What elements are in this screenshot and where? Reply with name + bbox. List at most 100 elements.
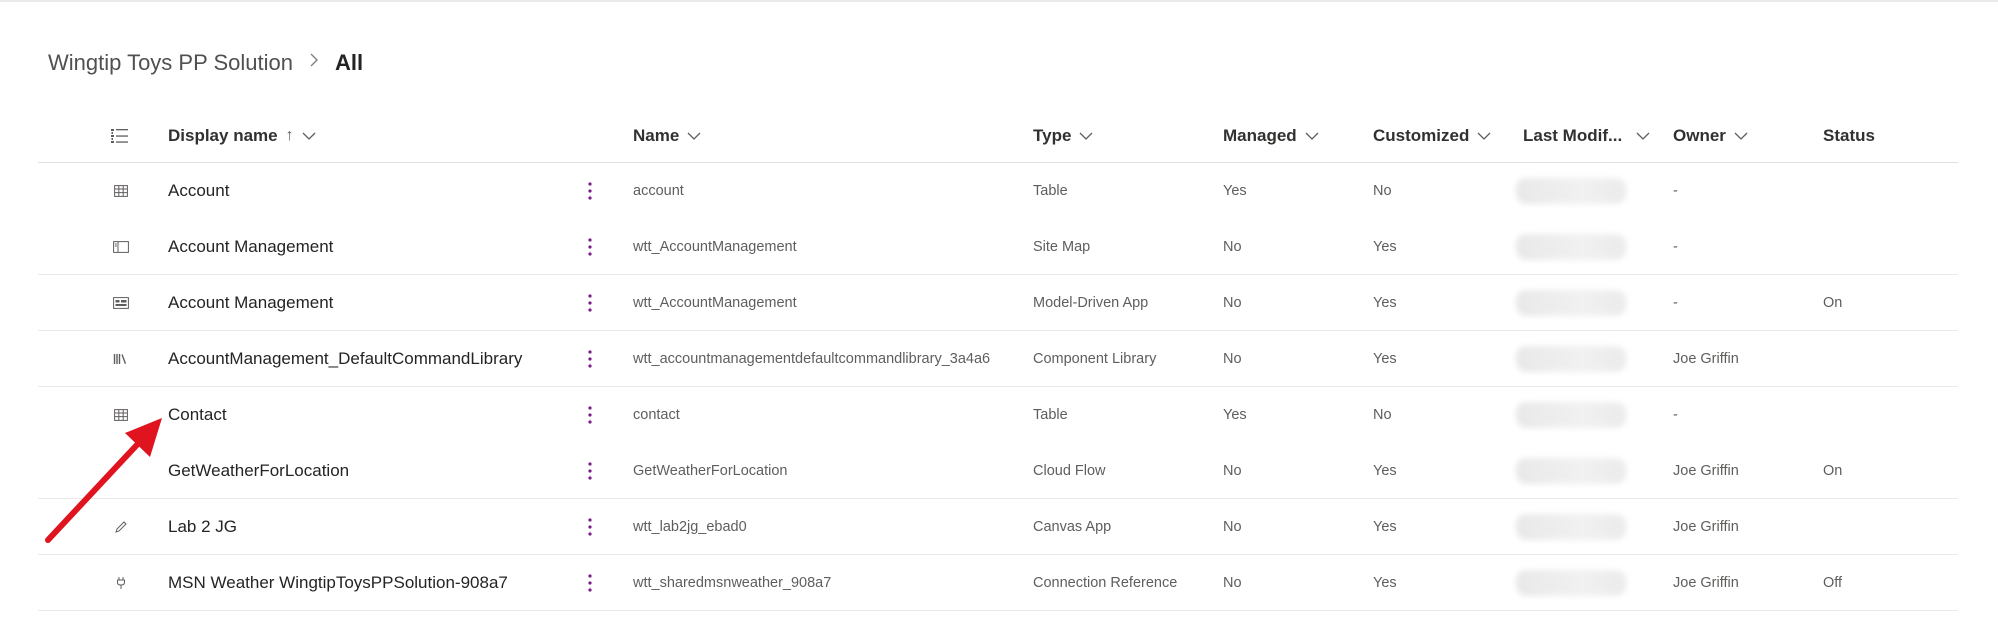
column-header-display-name[interactable]: Display name ↑ [168, 110, 316, 162]
display-name-link[interactable]: MSN Weather WingtipToysPPSolution-908a7 [168, 555, 508, 610]
managed-cell: No [1223, 518, 1242, 535]
table-icon [110, 387, 132, 442]
redacted-date [1516, 569, 1626, 596]
chevron-down-icon [1305, 132, 1319, 141]
last-modified-cell [1516, 163, 1626, 218]
column-label: Status [1823, 126, 1875, 145]
managed-cell: No [1223, 574, 1242, 591]
chevron-down-icon [1636, 132, 1650, 141]
name-cell: wtt_accountmanagementdefaultcommandlibra… [633, 350, 991, 367]
column-header-status[interactable]: Status [1823, 110, 1875, 162]
column-label: Last Modif... [1523, 126, 1623, 145]
more-options-icon[interactable] [580, 163, 600, 218]
column-label: Name [633, 126, 680, 145]
column-label: Type [1033, 126, 1072, 145]
column-header-customized[interactable]: Customized [1373, 110, 1491, 162]
display-name-link[interactable]: Account Management [168, 219, 333, 274]
column-label: Customized [1373, 126, 1470, 145]
display-name-link[interactable]: Lab 2 JG [168, 499, 237, 554]
redacted-date [1516, 513, 1626, 540]
chevron-down-icon [687, 132, 701, 141]
column-options-icon[interactable] [110, 110, 130, 162]
table-row[interactable]: Account Management wtt_AccountManagement M… [38, 275, 1958, 331]
display-name-link[interactable]: GetWeatherForLocation [168, 443, 349, 498]
column-header-managed[interactable]: Managed [1223, 110, 1319, 162]
more-options-icon[interactable] [580, 275, 600, 330]
plug-icon [110, 555, 132, 610]
row-icon [110, 443, 132, 498]
customized-cell: No [1373, 182, 1392, 199]
table-row[interactable]: Account account Table Yes No - [38, 163, 1958, 219]
more-options-icon[interactable] [580, 331, 600, 386]
customized-cell: Yes [1373, 238, 1397, 255]
chevron-down-icon [1477, 132, 1491, 141]
managed-cell: No [1223, 462, 1242, 479]
display-name-link[interactable]: Account Management [168, 275, 333, 330]
customized-cell: Yes [1373, 350, 1397, 367]
table-row[interactable]: Lab 2 JG wtt_lab2jg_ebad0 Canvas App No Yes J… [38, 499, 1958, 555]
redacted-date [1516, 345, 1626, 372]
breadcrumb-solution-link[interactable]: Wingtip Toys PP Solution [48, 50, 293, 76]
owner-cell: Joe Griffin [1673, 518, 1739, 535]
display-name-link[interactable]: AccountManagement_DefaultCommandLibrary [168, 331, 522, 386]
customized-cell: No [1373, 406, 1392, 423]
sitemap-icon [110, 219, 132, 274]
customized-cell: Yes [1373, 294, 1397, 311]
table-row[interactable]: Account Management wtt_AccountManagement S… [38, 219, 1958, 275]
managed-cell: Yes [1223, 406, 1247, 423]
name-cell: wtt_sharedmsnweather_908a7 [633, 574, 832, 591]
display-name-link[interactable]: Account [168, 163, 229, 218]
app-icon [110, 275, 132, 330]
managed-cell: No [1223, 238, 1242, 255]
owner-cell: Joe Griffin [1673, 350, 1739, 367]
chevron-down-icon [1079, 132, 1093, 141]
type-cell: Model-Driven App [1033, 294, 1149, 311]
last-modified-cell [1516, 331, 1626, 386]
column-header-name[interactable]: Name [633, 110, 701, 162]
owner-cell: Joe Griffin [1673, 462, 1739, 479]
managed-cell: No [1223, 294, 1242, 311]
redacted-date [1516, 457, 1626, 484]
last-modified-cell [1516, 555, 1626, 610]
more-options-icon[interactable] [580, 555, 600, 610]
grid-body: Account account Table Yes No - Account Managem… [38, 163, 1958, 611]
table-row[interactable]: AccountManagement_DefaultCommandLibrary w… [38, 331, 1958, 387]
managed-cell: No [1223, 350, 1242, 367]
more-options-icon[interactable] [580, 219, 600, 274]
last-modified-cell [1516, 387, 1626, 442]
owner-cell: - [1673, 406, 1678, 423]
owner-cell: - [1673, 182, 1678, 199]
type-cell: Canvas App [1033, 518, 1112, 535]
more-options-icon[interactable] [580, 387, 600, 442]
owner-cell: Joe Griffin [1673, 574, 1739, 591]
column-header-owner[interactable]: Owner [1673, 110, 1748, 162]
table-row[interactable]: Contact contact Table Yes No - [38, 387, 1958, 443]
column-header-type[interactable]: Type [1033, 110, 1093, 162]
breadcrumb: Wingtip Toys PP Solution All [48, 50, 363, 76]
grid-header: Display name ↑ Name Type Managed Customi… [38, 110, 1958, 163]
name-cell: wtt_AccountManagement [633, 294, 797, 311]
display-name-link[interactable]: Contact [168, 387, 227, 442]
column-label: Owner [1673, 126, 1726, 145]
status-cell: Off [1823, 574, 1843, 591]
name-cell: wtt_AccountManagement [633, 238, 797, 255]
managed-cell: Yes [1223, 182, 1247, 199]
breadcrumb-current: All [335, 50, 364, 75]
objects-grid: Display name ↑ Name Type Managed Customi… [38, 110, 1958, 611]
column-label: Managed [1223, 126, 1297, 145]
last-modified-cell [1516, 499, 1626, 554]
table-icon [110, 163, 132, 218]
more-options-icon[interactable] [580, 499, 600, 554]
table-row[interactable]: MSN Weather WingtipToysPPSolution-908a7 w… [38, 555, 1958, 611]
chevron-right-icon [309, 52, 319, 73]
library-icon [110, 331, 132, 386]
table-row[interactable]: GetWeatherForLocation GetWeatherForLocati… [38, 443, 1958, 499]
customized-cell: Yes [1373, 574, 1397, 591]
name-cell: wtt_lab2jg_ebad0 [633, 518, 747, 535]
more-options-icon[interactable] [580, 443, 600, 498]
name-cell: GetWeatherForLocation [633, 462, 788, 479]
type-cell: Component Library [1033, 350, 1157, 367]
last-modified-cell [1516, 275, 1626, 330]
owner-cell: - [1673, 294, 1678, 311]
column-header-last-modified[interactable]: Last Modif... [1523, 110, 1650, 162]
